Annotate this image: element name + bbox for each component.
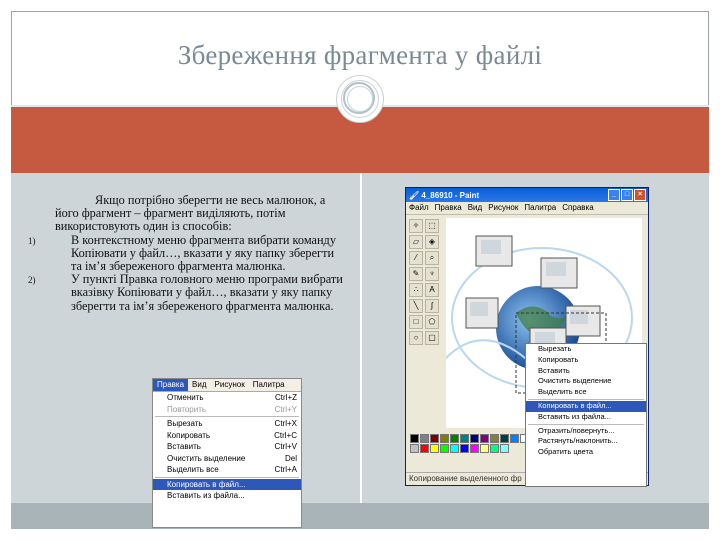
menu-item[interactable]: Повторить Ctrl+Y — [153, 404, 301, 416]
context-menu-item[interactable]: Обратить цвета — [526, 447, 646, 458]
window-title: 4_86910 - Paint — [421, 190, 480, 200]
toolbox: ✧ ⬚ ▱ ◈ ⁄ ⌕ ✎ ♆ ∴ A ╲ ∫ □ ⬠ ○ ▢ — [408, 218, 444, 428]
rounded-rect-icon[interactable]: ▢ — [425, 331, 439, 345]
maximize-button[interactable]: □ — [621, 189, 633, 201]
slide-title: Збереження фрагмента у файлі — [177, 40, 543, 70]
body-text: Якщо потрібно зберегти не весь малюнок, … — [28, 193, 345, 313]
minimize-button[interactable]: _ — [608, 189, 620, 201]
pencil-icon[interactable]: ✎ — [409, 267, 423, 281]
context-menu-item[interactable]: Растянуть/наклонить... — [526, 436, 646, 447]
free-select-icon[interactable]: ✧ — [409, 219, 423, 233]
menubar-item[interactable]: Рисунок — [211, 379, 249, 391]
context-menu: Вырезать Копировать Вставить Очистить выдел… — [525, 343, 647, 487]
close-button[interactable]: × — [634, 189, 646, 201]
menu-item[interactable]: Выделить все Ctrl+A — [153, 464, 301, 476]
list-item-text: У пункті Правка головного меню програми … — [71, 272, 343, 313]
context-menu-item[interactable]: Копировать — [526, 355, 646, 366]
polygon-icon[interactable]: ⬠ — [425, 315, 439, 329]
paint-menubar: Файл Правка Вид Рисунок Палитра Справка — [406, 202, 648, 215]
menubar-item[interactable]: Вид — [188, 379, 210, 391]
fill-icon[interactable]: ◈ — [425, 235, 439, 249]
context-menu-item[interactable]: Вставить из файла... — [526, 412, 646, 423]
paint-icon: 🖌 — [409, 190, 422, 200]
context-menu-item[interactable]: Вырезать — [526, 344, 646, 355]
window-titlebar: 🖌 4_86910 - Paint _ □ × — [406, 188, 648, 202]
list-number: 1) — [28, 235, 36, 246]
edit-menu-screenshot: Правка Вид Рисунок Палитра Отменить Ctrl+Z По… — [152, 378, 302, 528]
text-icon[interactable]: A — [425, 283, 439, 297]
line-icon[interactable]: ╲ — [409, 299, 423, 313]
list-item: 2) У пункті Правка головного меню програм… — [28, 272, 345, 313]
menu-item[interactable]: Копировать Ctrl+C — [153, 430, 301, 442]
rectangle-icon[interactable]: □ — [409, 315, 423, 329]
context-menu-item[interactable]: Выделить все — [526, 387, 646, 398]
menu-item[interactable]: Вырезать Ctrl+X — [153, 418, 301, 430]
brush-icon[interactable]: ♆ — [425, 267, 439, 281]
menu-item[interactable]: Отменить Ctrl+Z — [153, 392, 301, 404]
footer-bar — [11, 503, 709, 529]
menu-item[interactable]: Копировать в файл... — [153, 478, 301, 490]
zoom-icon[interactable]: ⌕ — [425, 251, 439, 265]
steps-list: 1) В контекстному меню фрагмента вибрати … — [28, 232, 345, 313]
menu-separator — [528, 398, 644, 400]
menubar-item[interactable]: Справка — [559, 202, 596, 214]
list-item: 1) В контекстному меню фрагмента вибрати … — [28, 232, 345, 274]
menubar-item[interactable]: Палитра — [249, 379, 289, 391]
list-item-text: В контекстному меню фрагмента вибрати ко… — [71, 232, 336, 274]
menu-separator — [528, 423, 644, 425]
context-menu-item[interactable]: Копировать в файл... — [526, 400, 646, 412]
curve-icon[interactable]: ∫ — [425, 299, 439, 313]
menu-item[interactable]: Очистить выделение Del — [153, 453, 301, 465]
list-number: 2) — [28, 275, 36, 286]
menubar-item[interactable]: Вид — [465, 202, 485, 214]
ellipse-icon[interactable]: ○ — [409, 331, 423, 345]
menu-item[interactable]: Вставить из файла... — [153, 490, 301, 502]
menu-item[interactable]: Вставить Ctrl+V — [153, 441, 301, 453]
menubar-item[interactable]: Рисунок — [485, 202, 521, 214]
context-menu-item[interactable]: Очистить выделение — [526, 376, 646, 387]
menubar-item[interactable]: Правка — [153, 379, 189, 391]
rect-select-icon[interactable]: ⬚ — [425, 219, 439, 233]
menubar-item[interactable]: Файл — [406, 202, 432, 214]
menubar: Правка Вид Рисунок Палитра — [153, 379, 301, 392]
menubar-item[interactable]: Правка — [432, 202, 465, 214]
picker-icon[interactable]: ⁄ — [409, 251, 423, 265]
menu-separator — [155, 476, 299, 478]
spray-icon[interactable]: ∴ — [409, 283, 423, 297]
intro-paragraph: Якщо потрібно зберегти не весь малюнок, … — [55, 193, 326, 234]
color-palette[interactable] — [410, 434, 530, 454]
context-menu-item[interactable]: Вставить — [526, 366, 646, 377]
menubar-item[interactable]: Палитра — [521, 202, 559, 214]
circle-emblem-icon — [336, 75, 384, 123]
eraser-icon[interactable]: ▱ — [409, 235, 423, 249]
context-menu-item[interactable]: Отразить/повернуть... — [526, 426, 646, 437]
menu-separator — [155, 416, 299, 417]
